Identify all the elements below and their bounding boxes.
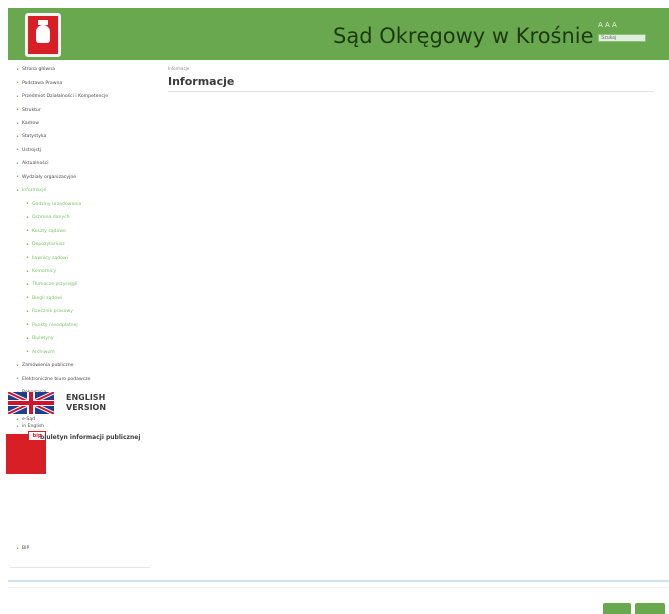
- sidebar-item-label: Depozytariusz: [31, 242, 65, 248]
- sidebar-item-label: Elektroniczne biuro podawcze: [21, 376, 91, 382]
- sidebar-item[interactable]: • Depozytariusz: [10, 238, 150, 251]
- sidebar-item-label: Przedmiot Działalności i Kompetencje: [21, 94, 109, 100]
- bullet-icon: •: [16, 362, 19, 369]
- sidebar: • Strona główna • Podstawa Prawna • Przedmiot…: [10, 63, 150, 569]
- bip-link[interactable]: bip biuletyn informacji publicznej: [6, 430, 146, 480]
- bullet-icon: •: [16, 187, 19, 194]
- bullet-icon: •: [16, 376, 19, 383]
- bullet-icon: •: [26, 201, 29, 208]
- sidebar-item[interactable]: • Archiwum: [10, 346, 150, 359]
- sidebar-item[interactable]: • Przedmiot Działalności i Kompetencje: [10, 90, 150, 103]
- bullet-icon: •: [16, 160, 19, 167]
- sidebar-item[interactable]: • Zamówienia publiczne: [10, 359, 150, 372]
- sidebar-item-label: Podstawa Prawna: [21, 80, 63, 86]
- sidebar-item[interactable]: • Punkty nieodpłatnej: [10, 319, 150, 332]
- sidebar-item[interactable]: • Tłumacze przysięgli: [10, 278, 150, 291]
- bullet-icon: •: [26, 241, 29, 248]
- bullet-icon: •: [16, 147, 19, 154]
- bullet-icon: •: [26, 255, 29, 262]
- sidebar-item-label: Ustrojstj: [21, 147, 41, 153]
- sidebar-item[interactable]: • Struktur: [10, 103, 150, 116]
- sidebar-item-label: Tłumacze przysięgli: [31, 282, 78, 288]
- sidebar-item[interactable]: • Komornicy: [10, 265, 150, 278]
- title-divider: [168, 91, 654, 92]
- bullet-icon: •: [26, 295, 29, 302]
- bullet-icon: •: [26, 308, 29, 315]
- bullet-icon: •: [26, 268, 29, 275]
- sidebar-item[interactable]: • Koszty sądowe: [10, 224, 150, 237]
- search-input[interactable]: [598, 34, 646, 42]
- sidebar-item-label: in English: [21, 424, 45, 430]
- sidebar-item-label: Strona główna: [21, 67, 55, 73]
- sidebar-item[interactable]: • Wydziały organizacyjne: [10, 171, 150, 184]
- sidebar-item-label: Ławnicy sądowi: [31, 255, 68, 261]
- eagle-shape: [36, 25, 50, 43]
- sidebar-item[interactable]: • Biegli sądowi: [10, 292, 150, 305]
- bullet-icon: •: [26, 281, 29, 288]
- sidebar-item-label: Aktualności: [21, 161, 49, 167]
- sidebar-item[interactable]: • Ustrojstj: [10, 144, 150, 157]
- sidebar-item-label: Archiwum: [31, 349, 55, 355]
- english-version-link[interactable]: ENGLISH VERSION: [8, 390, 128, 418]
- sidebar-item[interactable]: • Elektroniczne biuro podawcze: [10, 372, 150, 385]
- bullet-icon: •: [16, 93, 19, 100]
- footer-button-2[interactable]: [635, 603, 665, 614]
- sidebar-item[interactable]: • Statystyka: [10, 130, 150, 143]
- sidebar-item-label: Biegli sądowi: [31, 295, 63, 301]
- bullet-icon: •: [26, 322, 29, 329]
- bullet-icon: •: [16, 80, 19, 87]
- font-size-controls[interactable]: A A A: [598, 21, 617, 29]
- sidebar-divider: [10, 567, 150, 568]
- sidebar-item[interactable]: • Kadrow: [10, 117, 150, 130]
- bullet-icon: •: [16, 107, 19, 114]
- sidebar-item[interactable]: • Ochrona danych: [10, 211, 150, 224]
- page-title: Informacje: [168, 75, 235, 88]
- sidebar-item[interactable]: • Strona główna: [10, 63, 150, 76]
- sidebar-item[interactable]: • Informacje: [10, 184, 150, 197]
- sidebar-item-label: Komornicy: [31, 269, 57, 275]
- court-emblem-icon[interactable]: [25, 13, 61, 57]
- bullet-icon: •: [16, 545, 19, 552]
- sidebar-item-label: Struktur: [21, 107, 41, 113]
- footer-button-1[interactable]: [603, 603, 631, 614]
- sidebar-menu: • Strona główna • Podstawa Prawna • Przedmiot…: [10, 63, 150, 426]
- sidebar-item-label: Koszty sądowe: [31, 228, 66, 234]
- english-version-label: ENGLISH VERSION: [66, 393, 107, 412]
- sidebar-item-label: Statystyka: [21, 134, 47, 140]
- sidebar-item[interactable]: • Podstawa Prawna: [10, 76, 150, 89]
- sidebar-item[interactable]: • Biuletyny: [10, 332, 150, 345]
- sidebar-item-label: Biuletyny: [31, 336, 54, 342]
- bullet-icon: •: [26, 228, 29, 235]
- bip-label: biuletyn informacji publicznej: [40, 434, 141, 441]
- sidebar-item-label: Godziny urzędowania: [31, 201, 82, 207]
- header-bar: Sąd Okręgowy w Krośnie A A A: [8, 8, 669, 60]
- sidebar-item[interactable]: • Rzecznik prasowy: [10, 305, 150, 318]
- sidebar-item[interactable]: • Aktualności: [10, 157, 150, 170]
- bullet-icon: •: [26, 349, 29, 356]
- footer-divider: [8, 580, 669, 582]
- bullet-icon: •: [16, 120, 19, 127]
- bullet-icon: •: [16, 423, 19, 430]
- sidebar-item-label: Zamówienia publiczne: [21, 363, 74, 369]
- sidebar-item[interactable]: • Godziny urzędowania: [10, 198, 150, 211]
- bullet-icon: •: [16, 133, 19, 140]
- sidebar-item-bip[interactable]: • BIP: [10, 542, 150, 555]
- sidebar-item-label: Rzecznik prasowy: [31, 309, 73, 315]
- sidebar-item-label: Wydziały organizacyjne: [21, 174, 77, 180]
- sidebar-item-label: Kadrow: [21, 121, 39, 127]
- sidebar-item[interactable]: • Ławnicy sądowi: [10, 251, 150, 264]
- sidebar-item-label: BIP: [21, 546, 30, 552]
- sidebar-item-label: Ochrona danych: [31, 215, 70, 221]
- breadcrumb[interactable]: Informacje: [168, 66, 189, 71]
- bullet-icon: •: [16, 66, 19, 73]
- site-title: Sąd Okręgowy w Krośnie: [333, 24, 594, 48]
- sidebar-item-label: Punkty nieodpłatnej: [31, 322, 78, 328]
- uk-flag-icon: [8, 392, 54, 414]
- footer-divider-thin: [8, 587, 669, 588]
- bullet-icon: •: [16, 174, 19, 181]
- bullet-icon: •: [26, 214, 29, 221]
- sidebar-item-label: Informacje: [21, 188, 47, 194]
- bullet-icon: •: [26, 335, 29, 342]
